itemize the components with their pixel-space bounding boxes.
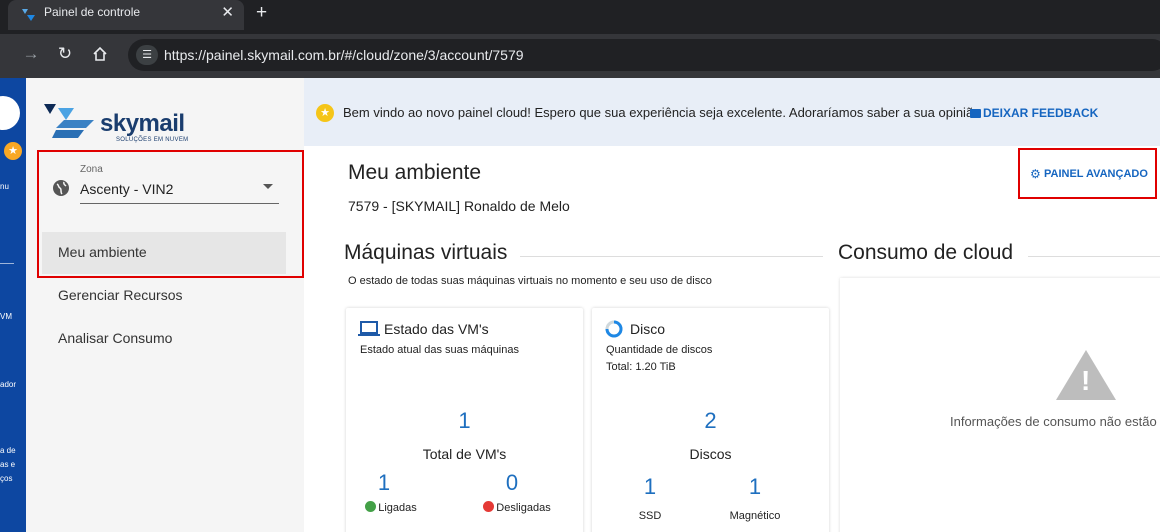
browser-tabbar: Painel de controle ✕ + [0, 0, 1160, 34]
account-name: 7579 - [SKYMAIL] Ronaldo de Melo [348, 198, 570, 214]
disk-count-value: 2 [704, 408, 717, 433]
address-bar[interactable]: ☰ https://painel.skymail.com.br/#/cloud/… [128, 39, 1160, 71]
rail-item-line2[interactable]: as e [0, 460, 15, 469]
home-icon[interactable] [92, 46, 108, 62]
green-dot-icon [365, 501, 377, 512]
gear-icon: ⚙ [1030, 167, 1041, 181]
rail-item-line3[interactable]: ços [0, 474, 12, 483]
red-dot-icon [483, 501, 495, 512]
page-title: Meu ambiente [348, 161, 482, 184]
sidebar-item-gerenciar-recursos[interactable]: Gerenciar Recursos [42, 275, 286, 317]
consumo-divider [1028, 256, 1160, 257]
logo-word: skymail [100, 110, 185, 137]
browser-tab[interactable]: Painel de controle ✕ [8, 0, 244, 30]
disk-progress-icon [605, 320, 623, 338]
cloud-avatar-icon[interactable] [0, 96, 20, 130]
logo-tagline: SOLUÇÕES EM NUVEM [116, 137, 189, 143]
tab-title: Painel de controle [44, 5, 141, 19]
vms-section-title: Máquinas virtuais [344, 241, 518, 265]
vm-total-value: 1 [458, 408, 471, 433]
feedback-button[interactable]: DEIXAR FEEDBACK [970, 106, 1098, 120]
zone-label: Zona [80, 164, 103, 175]
disk-card: Disco Quantidade de discos Total: 1.20 T… [592, 308, 829, 532]
feedback-label: DEIXAR FEEDBACK [983, 106, 1099, 120]
globe-icon [53, 180, 69, 196]
ssd-label: SSD [638, 510, 662, 522]
vm-on-value: 1 [377, 470, 391, 495]
vm-on-label: Ligadas [378, 502, 417, 514]
skymail-logo[interactable]: skymail SOLUÇÕES EM NUVEM [44, 104, 224, 148]
app-rail: ★ nu VM ador a de as e ços [0, 78, 26, 532]
laptop-icon [358, 321, 380, 336]
consumo-message: Informações de consumo não estão d [950, 414, 1160, 429]
sidebar-item-label: Analisar Consumo [58, 330, 173, 346]
ssd-value: 1 [643, 474, 657, 499]
vm-status-card: Estado das VM's Estado atual das suas má… [346, 308, 583, 532]
rail-divider [0, 263, 14, 264]
vm-off-value: 0 [505, 470, 519, 495]
favorite-star-icon[interactable]: ★ [4, 142, 22, 160]
advanced-panel-label: PAINEL AVANÇADO [1044, 168, 1148, 180]
rail-item-line1[interactable]: a de [0, 446, 16, 455]
disk-card-subtitle: Quantidade de discos [606, 344, 713, 356]
advanced-panel-button[interactable]: ⚙ PAINEL AVANÇADO [1018, 148, 1157, 199]
sidebar-item-analisar-consumo[interactable]: Analisar Consumo [42, 318, 286, 360]
new-tab-icon[interactable]: + [256, 2, 267, 24]
reload-icon[interactable]: ↻ [54, 44, 76, 64]
magnetic-value: 1 [748, 474, 762, 499]
site-settings-icon[interactable]: ☰ [136, 45, 158, 65]
rail-item-menu[interactable]: nu [0, 182, 9, 191]
welcome-banner: ★ Bem vindo ao novo painel cloud! Espero… [304, 78, 1160, 146]
sidebar-item-label: Gerenciar Recursos [58, 287, 183, 303]
vm-off-label-wrap: Desligadas [472, 501, 562, 514]
vm-on-label-wrap: Ligadas [346, 501, 436, 514]
disk-total-size: Total: 1.20 TiB [606, 361, 676, 373]
disk-card-title: Disco [630, 321, 666, 337]
vms-section-description: O estado de todas suas máquinas virtuais… [348, 275, 712, 287]
sidebar: skymail SOLUÇÕES EM NUVEM Zona Ascenty -… [26, 78, 304, 532]
magnetic-label: Magnético [729, 510, 781, 522]
consumo-section-title: Consumo de cloud [838, 241, 1024, 265]
url-text[interactable]: https://painel.skymail.com.br/#/cloud/zo… [164, 47, 524, 63]
browser-toolbar: → ↻ ☰ https://painel.skymail.com.br/#/cl… [0, 34, 1160, 78]
chevron-down-icon [263, 184, 273, 189]
logo-mark-icon [44, 104, 94, 138]
banner-message: Bem vindo ao novo painel cloud! Espero q… [343, 105, 981, 120]
zone-select[interactable]: Ascenty - VIN2 [80, 178, 279, 204]
skymail-favicon-icon [22, 9, 35, 21]
vms-divider [520, 256, 823, 257]
tab-close-icon[interactable]: ✕ [221, 3, 234, 21]
vm-off-label: Desligadas [496, 502, 551, 514]
warning-mark: ! [1081, 365, 1091, 396]
forward-icon[interactable]: → [20, 44, 42, 64]
vm-card-subtitle: Estado atual das suas máquinas [360, 344, 519, 356]
sidebar-item-meu-ambiente[interactable]: Meu ambiente [42, 232, 286, 274]
star-icon: ★ [316, 104, 334, 122]
rail-item-ador[interactable]: ador [0, 380, 16, 389]
feedback-icon [970, 109, 981, 118]
disk-count-label: Discos [689, 446, 732, 462]
zone-value: Ascenty - VIN2 [80, 181, 174, 197]
consumo-panel: ! Informações de consumo não estão d [840, 278, 1160, 532]
rail-item-vm[interactable]: VM [0, 312, 12, 321]
vm-card-title: Estado das VM's [384, 321, 489, 337]
sidebar-item-label: Meu ambiente [58, 244, 147, 260]
vm-total-label: Total de VM's [422, 446, 507, 462]
